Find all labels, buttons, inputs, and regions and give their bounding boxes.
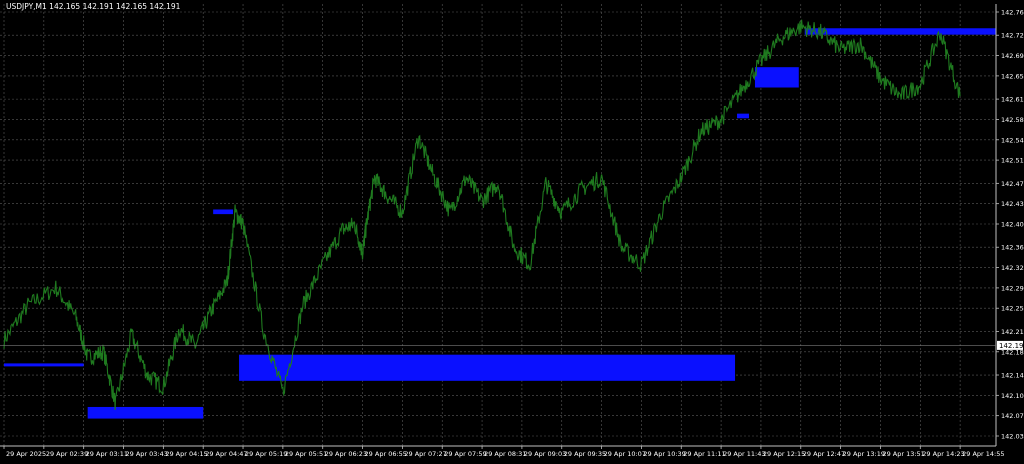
x-tick-label: 29 Apr 12:15 bbox=[763, 450, 805, 458]
zone-rect bbox=[4, 363, 84, 367]
y-tick-label: 142.725 bbox=[1001, 32, 1024, 40]
y-tick-label: 142.140 bbox=[1001, 372, 1024, 380]
chart-container[interactable]: 142.765 142.725 142.690 142.655 142.615 142.5… bbox=[0, 0, 1024, 460]
y-tick-label: 142.580 bbox=[1001, 116, 1024, 124]
y-tick-label: 142.545 bbox=[1001, 136, 1024, 144]
x-tick-label: 29 Apr 10:07 bbox=[604, 450, 646, 458]
x-axis-tick-labels: 29 Apr 2025 29 Apr 02:3929 Apr 03:1129 Ap… bbox=[6, 450, 1005, 458]
x-tick-label: 29 Apr 03:11 bbox=[86, 450, 128, 458]
x-tick-label: 29 Apr 13:51 bbox=[882, 450, 924, 458]
y-tick-label: 142.470 bbox=[1001, 180, 1024, 188]
price-chart[interactable]: 142.765 142.725 142.690 142.655 142.615 142.5… bbox=[0, 0, 1024, 460]
y-tick-label: 142.105 bbox=[1001, 392, 1024, 400]
zone-rect bbox=[737, 113, 749, 119]
zone-rect bbox=[239, 354, 736, 381]
x-tick-label: 29 Apr 07:27 bbox=[404, 450, 446, 458]
zone-rect bbox=[213, 209, 234, 215]
y-tick-label: 142.510 bbox=[1001, 157, 1024, 165]
x-tick-label: 29 Apr 11:11 bbox=[683, 450, 725, 458]
x-tick-label: 29 Apr 2025 bbox=[6, 450, 46, 458]
x-tick-label: 29 Apr 11:43 bbox=[723, 450, 765, 458]
zone-rect bbox=[87, 406, 204, 419]
x-tick-label: 29 Apr 12:47 bbox=[803, 450, 845, 458]
x-tick-label: 29 Apr 06:23 bbox=[325, 450, 367, 458]
x-tick-label: 29 Apr 13:19 bbox=[843, 450, 885, 458]
y-tick-label: 142.035 bbox=[1001, 433, 1024, 441]
x-tick-label: 29 Apr 04:47 bbox=[205, 450, 247, 458]
y-tick-label: 142.290 bbox=[1001, 284, 1024, 292]
x-tick-label: 29 Apr 06:55 bbox=[365, 450, 407, 458]
y-tick-label: 142.765 bbox=[1001, 9, 1024, 17]
x-tick-label: 29 Apr 02:39 bbox=[46, 450, 88, 458]
x-tick-label: 29 Apr 05:51 bbox=[285, 450, 327, 458]
y-tick-label: 142.360 bbox=[1001, 244, 1024, 252]
x-tick-label: 29 Apr 09:03 bbox=[524, 450, 566, 458]
current-price-label: 142.191 bbox=[999, 342, 1024, 350]
y-tick-label: 142.215 bbox=[1001, 328, 1024, 336]
y-tick-label: 142.615 bbox=[1001, 96, 1024, 104]
x-tick-label: 29 Apr 14:55 bbox=[962, 450, 1004, 458]
chart-background bbox=[0, 0, 1024, 460]
y-tick-label: 142.690 bbox=[1001, 52, 1024, 60]
x-tick-label: 29 Apr 05:19 bbox=[245, 450, 287, 458]
x-tick-label: 29 Apr 03:43 bbox=[126, 450, 168, 458]
y-tick-label: 142.435 bbox=[1001, 200, 1024, 208]
x-tick-label: 29 Apr 14:23 bbox=[922, 450, 964, 458]
zone-rect bbox=[754, 67, 799, 88]
y-tick-label: 142.255 bbox=[1001, 305, 1024, 313]
y-tick-label: 142.655 bbox=[1001, 72, 1024, 80]
x-tick-label: 29 Apr 09:35 bbox=[564, 450, 606, 458]
x-tick-label: 29 Apr 10:39 bbox=[643, 450, 685, 458]
y-tick-label: 142.325 bbox=[1001, 264, 1024, 272]
x-tick-label: 29 Apr 08:31 bbox=[484, 450, 526, 458]
x-tick-label: 29 Apr 07:59 bbox=[444, 450, 486, 458]
x-tick-label: 29 Apr 04:15 bbox=[165, 450, 207, 458]
zone-rect bbox=[804, 28, 996, 35]
y-tick-label: 142.400 bbox=[1001, 221, 1024, 229]
y-tick-label: 142.070 bbox=[1001, 412, 1024, 420]
y-axis-tick-labels: 142.765 142.725 142.690 142.655 142.615 142.5… bbox=[1001, 9, 1024, 441]
chart-header: USDJPY,M1 142.165 142.191 142.165 142.19… bbox=[6, 2, 181, 11]
